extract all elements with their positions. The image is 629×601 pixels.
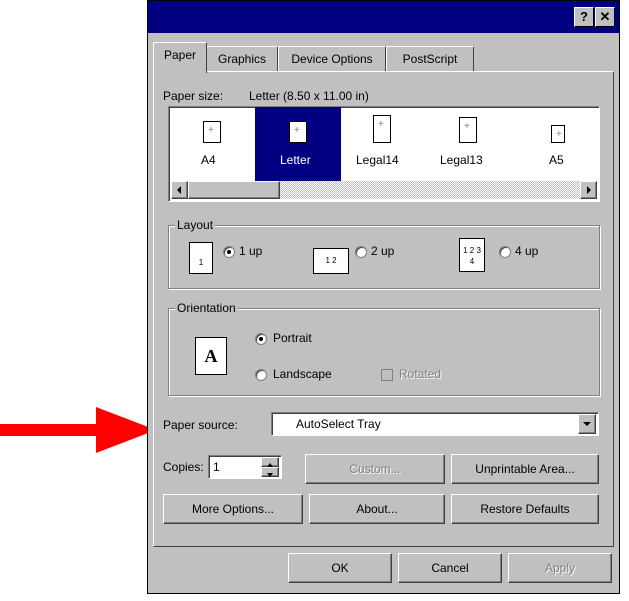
- paper-item-legal13[interactable]: Legal13: [425, 109, 509, 181]
- scroll-left-button[interactable]: [171, 181, 188, 199]
- paper-item-label: Legal13: [440, 153, 483, 167]
- tab-device-options[interactable]: Device Options: [278, 46, 386, 72]
- paper-source-value: AutoSelect Tray: [296, 417, 381, 431]
- about-button[interactable]: About...: [309, 494, 445, 524]
- page-icon: [373, 115, 391, 143]
- close-icon: ✕: [599, 9, 611, 24]
- restore-defaults-button[interactable]: Restore Defaults: [451, 494, 599, 524]
- orientation-legend: Orientation: [175, 301, 238, 315]
- page-icon: [203, 121, 221, 143]
- portrait-label[interactable]: Portrait: [273, 331, 312, 345]
- tab-paper[interactable]: Paper: [153, 42, 207, 73]
- title-bar: ? ✕: [148, 1, 619, 33]
- portrait-radio[interactable]: [255, 333, 267, 345]
- paper-item-label: Legal14: [356, 153, 399, 167]
- paper-item-label: A5: [549, 153, 564, 167]
- rotated-label: Rotated: [399, 367, 442, 381]
- layout-2up-icon: 1 2: [313, 248, 349, 274]
- copies-input[interactable]: 1: [208, 455, 282, 479]
- arrow-left-icon: [177, 186, 181, 194]
- orientation-group: Orientation A Portrait Landscape Rotated: [168, 301, 600, 396]
- paper-item-legal14[interactable]: Legal14: [341, 109, 425, 181]
- layout-1up-label[interactable]: 1 up: [239, 244, 262, 258]
- custom-button[interactable]: Custom...: [305, 454, 445, 484]
- scroll-right-button[interactable]: [580, 181, 597, 199]
- help-button[interactable]: ?: [574, 7, 594, 27]
- scroll-thumb[interactable]: [188, 181, 280, 199]
- layout-4up-radio[interactable]: [499, 246, 511, 258]
- layout-4up-label[interactable]: 4 up: [515, 244, 538, 258]
- cancel-button[interactable]: Cancel: [398, 553, 502, 583]
- layout-1up-icon: 1: [189, 242, 213, 274]
- copies-value: 1: [213, 460, 220, 474]
- paper-item-a5[interactable]: A5: [509, 109, 593, 181]
- unprintable-area-button[interactable]: Unprintable Area...: [451, 454, 599, 484]
- paper-item-letter[interactable]: Letter: [255, 107, 341, 183]
- orientation-icon: A: [195, 337, 227, 375]
- copies-label: Copies:: [163, 460, 204, 474]
- arrow-right-icon: [587, 186, 591, 194]
- print-properties-dialog: ? ✕ Paper Graphics Device Options PostSc…: [147, 0, 620, 594]
- tab-graphics[interactable]: Graphics: [206, 46, 278, 72]
- horizontal-scrollbar[interactable]: [171, 181, 597, 199]
- page-icon: [459, 117, 477, 143]
- copies-increment[interactable]: [261, 457, 279, 467]
- paper-source-select[interactable]: AutoSelect Tray: [271, 412, 599, 436]
- paper-size-value: Letter (8.50 x 11.00 in): [249, 89, 369, 103]
- landscape-radio[interactable]: [255, 369, 267, 381]
- dropdown-button[interactable]: [578, 414, 596, 434]
- layout-4up-icon: 1 2 3 4: [459, 238, 485, 272]
- ok-button[interactable]: OK: [288, 553, 392, 583]
- more-options-button[interactable]: More Options...: [163, 494, 303, 524]
- layout-group: Layout 1 1 up 1 2 2 up 1 2 3 4 4 up: [168, 218, 600, 289]
- paper-source-label: Paper source:: [163, 418, 238, 432]
- layout-2up-radio[interactable]: [355, 246, 367, 258]
- chevron-down-icon: [583, 422, 591, 426]
- paper-tab-panel: Paper size: Letter (8.50 x 11.00 in) A4 …: [153, 71, 614, 547]
- paper-size-label: Paper size:: [163, 89, 224, 103]
- layout-2up-label[interactable]: 2 up: [371, 244, 394, 258]
- paper-size-list: A4 Letter Legal14 Legal13 A5: [168, 106, 600, 202]
- paper-item-label: Letter: [280, 153, 311, 167]
- layout-1up-radio[interactable]: [223, 246, 235, 258]
- close-button[interactable]: ✕: [595, 7, 615, 27]
- layout-legend: Layout: [175, 218, 216, 232]
- spin-down-icon: [267, 473, 273, 477]
- pointer-arrow-icon: [0, 407, 156, 453]
- paper-item-a4[interactable]: A4: [171, 109, 255, 181]
- copies-decrement[interactable]: [261, 467, 279, 477]
- paper-item-label: A4: [201, 153, 216, 167]
- tab-postscript[interactable]: PostScript: [386, 46, 474, 72]
- apply-button[interactable]: Apply: [508, 553, 612, 583]
- page-icon: [289, 121, 307, 143]
- page-icon: [551, 125, 565, 143]
- rotated-checkbox[interactable]: [381, 369, 393, 381]
- landscape-label[interactable]: Landscape: [273, 367, 332, 381]
- help-icon: ?: [580, 9, 588, 24]
